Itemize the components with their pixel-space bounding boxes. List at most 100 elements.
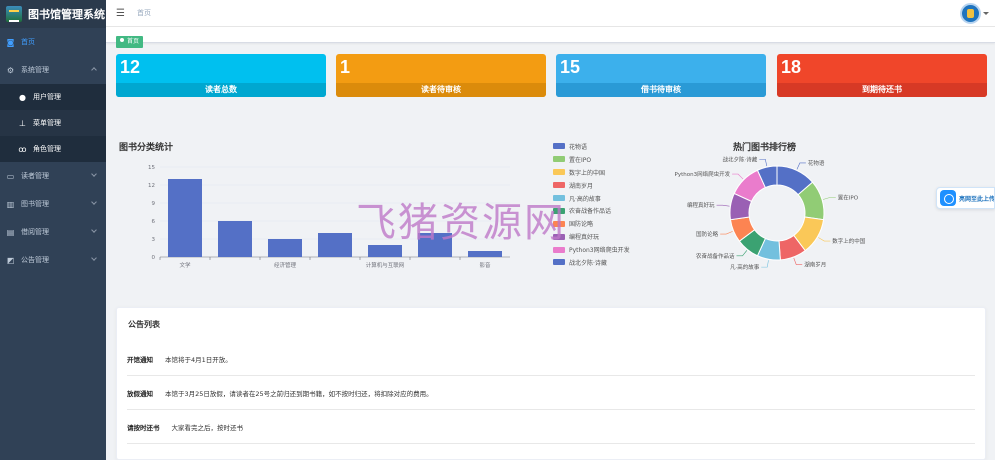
x-tick-label: 经济管理 bbox=[274, 261, 297, 269]
legend-item[interactable]: 花物语 bbox=[553, 140, 653, 153]
watermark: 飞猪资源网 bbox=[356, 200, 566, 246]
bar-影音[interactable] bbox=[468, 251, 502, 257]
pie-slice-label: 战北夕陈·诗藏 bbox=[723, 155, 758, 163]
sidebar-item-label: 首页 bbox=[21, 38, 35, 46]
bar-经济管理[interactable] bbox=[268, 239, 302, 257]
sidebar-item-menus[interactable]: ⊥ 菜单管理 bbox=[0, 110, 106, 136]
legend-swatch bbox=[553, 169, 565, 176]
legend-item[interactable]: Python3网络爬虫开发 bbox=[553, 243, 653, 256]
y-tick-label: 3 bbox=[152, 237, 156, 243]
float-upload-button[interactable]: 亮网至此上传 bbox=[936, 187, 995, 209]
reader-icon: ▭ bbox=[6, 171, 15, 181]
stat-card-due-return[interactable]: 18 到期待还书 bbox=[777, 54, 987, 97]
stat-value: 1 bbox=[340, 57, 351, 77]
sidebar-item-roles[interactable]: ꝏ 角色管理 bbox=[0, 136, 106, 162]
chevron-down-icon bbox=[91, 199, 97, 205]
bar-文学[interactable] bbox=[168, 179, 202, 257]
app-title: 图书馆管理系统 bbox=[28, 8, 105, 21]
app-logo[interactable]: 图书馆管理系统 bbox=[0, 0, 106, 28]
notice-list-title: 公告列表 bbox=[128, 320, 160, 329]
sidebar-item-label: 用户管理 bbox=[33, 93, 61, 101]
bar-历史[interactable] bbox=[218, 221, 252, 257]
legend-item[interactable]: 湖南岁月 bbox=[553, 179, 653, 192]
pie-slice-label: 编程真好玩 bbox=[687, 201, 715, 209]
chart-legend: 花物语置在IPO 数字上的中国 湖南岁月凡·高的故事 农奋战备作品话 国防论略编程真好玩… bbox=[553, 140, 653, 269]
pie-label-line bbox=[736, 250, 748, 257]
pie-label-line bbox=[720, 231, 733, 235]
pie-label-line bbox=[796, 162, 806, 170]
notice-content: 本馆将于4月1日开放。 bbox=[165, 355, 232, 364]
chevron-down-icon bbox=[91, 171, 97, 177]
caret-down-icon[interactable] bbox=[983, 12, 989, 15]
sidebar-item-label: 借阅管理 bbox=[21, 228, 49, 236]
sidebar-item-borrow[interactable]: ▤ 借阅管理 bbox=[0, 218, 106, 246]
avatar[interactable] bbox=[960, 3, 981, 24]
legend-item[interactable]: 编程真好玩 bbox=[553, 230, 653, 243]
legend-swatch bbox=[553, 143, 565, 150]
legend-label: 数字上的中国 bbox=[569, 169, 606, 177]
pie-slice-label: Python3网络爬虫开发 bbox=[675, 170, 731, 178]
legend-item[interactable]: 置在IPO bbox=[553, 153, 653, 166]
stat-label: 读者待审核 bbox=[336, 83, 546, 97]
bar-小说[interactable] bbox=[318, 233, 352, 257]
legend-item[interactable]: 战北夕陈·诗藏 bbox=[553, 256, 653, 269]
stat-card-readers[interactable]: 12 读者总数 bbox=[116, 54, 326, 97]
legend-item[interactable]: 国防论略 bbox=[553, 217, 653, 230]
legend-label: 凡·高的故事 bbox=[569, 195, 601, 203]
book-icon: ▥ bbox=[6, 199, 15, 209]
pie-label-line bbox=[716, 204, 730, 207]
pie-label-line bbox=[822, 197, 836, 200]
peoples-icon: ꝏ bbox=[18, 144, 27, 154]
tag-home[interactable]: 首页 bbox=[116, 36, 144, 48]
breadcrumb[interactable]: 首页 bbox=[137, 8, 151, 18]
legend-label: 编程真好玩 bbox=[569, 234, 600, 242]
legend-item[interactable]: 数字上的中国 bbox=[553, 166, 653, 179]
legend-label: Python3网络爬虫开发 bbox=[569, 247, 630, 255]
stat-card-borrow-review[interactable]: 15 借书待审核 bbox=[556, 54, 766, 97]
notice-row[interactable]: 放假通知 本馆于3月25日放假，请读者在25号之前归还到期书籍，如不按时归还，将… bbox=[127, 376, 975, 410]
pie-label-line bbox=[818, 237, 831, 242]
legend-label: 置在IPO bbox=[569, 156, 592, 164]
notice-title: 开馆通知 bbox=[127, 355, 153, 364]
y-tick-label: 6 bbox=[152, 219, 156, 225]
sidebar: 图书馆管理系统 ◙ 首页 ⚙ 系统管理 ● 用户管理 ⊥ 菜单管理 ꝏ 角色管理… bbox=[0, 0, 106, 460]
legend-item[interactable]: 凡·高的故事 bbox=[553, 192, 653, 205]
chevron-up-icon bbox=[91, 67, 97, 73]
notice-row[interactable]: 开馆通知 本馆将于4月1日开放。 bbox=[127, 342, 975, 376]
gear-icon: ⚙ bbox=[6, 65, 15, 75]
legend-swatch bbox=[553, 182, 565, 189]
sidebar-item-label: 角色管理 bbox=[33, 145, 61, 153]
legend-swatch bbox=[553, 259, 565, 266]
tags-view: 首页 bbox=[106, 27, 995, 48]
notice-title: 放假通知 bbox=[127, 389, 153, 398]
sidebar-item-users[interactable]: ● 用户管理 bbox=[0, 84, 106, 110]
notice-card: 公告列表 开馆通知 本馆将于4月1日开放。 放假通知 本馆于3月25日放假，请读… bbox=[116, 307, 986, 460]
sidebar-item-readers[interactable]: ▭ 读者管理 bbox=[0, 162, 106, 190]
notice-row[interactable]: 请按时还书 大家看完之后，按时还书 bbox=[127, 410, 975, 444]
chevron-down-icon bbox=[91, 255, 97, 261]
stat-label: 到期待还书 bbox=[777, 83, 987, 97]
pie-slice-label: 湖南岁月 bbox=[804, 261, 826, 269]
sidebar-item-label: 菜单管理 bbox=[33, 119, 61, 127]
tree-icon: ⊥ bbox=[19, 118, 26, 128]
sidebar-item-system[interactable]: ⚙ 系统管理 bbox=[0, 56, 106, 84]
stat-card-reader-review[interactable]: 1 读者待审核 bbox=[336, 54, 546, 97]
y-tick-label: 0 bbox=[152, 255, 156, 261]
legend-label: 湖南岁月 bbox=[569, 182, 594, 190]
pie-slice-label: 置在IPO bbox=[838, 194, 859, 202]
stat-value: 15 bbox=[560, 57, 581, 77]
stat-label: 读者总数 bbox=[116, 83, 326, 97]
pie-slice-label: 数字上的中国 bbox=[832, 237, 866, 245]
float-button-label: 亮网至此上传 bbox=[959, 195, 995, 203]
y-tick-label: 9 bbox=[152, 201, 156, 207]
legend-item[interactable]: 农奋战备作品话 bbox=[553, 204, 653, 217]
pie-chart: 花物语置在IPO 数字上的中国湖南岁月 凡·高的故事 农奋战备作品话国防论略 编程真好玩… bbox=[675, 155, 866, 271]
sidebar-item-books[interactable]: ▥ 图书管理 bbox=[0, 190, 106, 218]
sidebar-item-notices[interactable]: ◩ 公告管理 bbox=[0, 246, 106, 274]
pie-label-line bbox=[793, 257, 803, 265]
legend-label: 花物语 bbox=[569, 143, 588, 151]
user-icon: ● bbox=[19, 92, 26, 102]
sidebar-item-home[interactable]: ◙ 首页 bbox=[0, 28, 106, 56]
legend-label: 战北夕陈·诗藏 bbox=[569, 259, 607, 267]
hamburger-icon[interactable]: ☰ bbox=[116, 8, 125, 19]
